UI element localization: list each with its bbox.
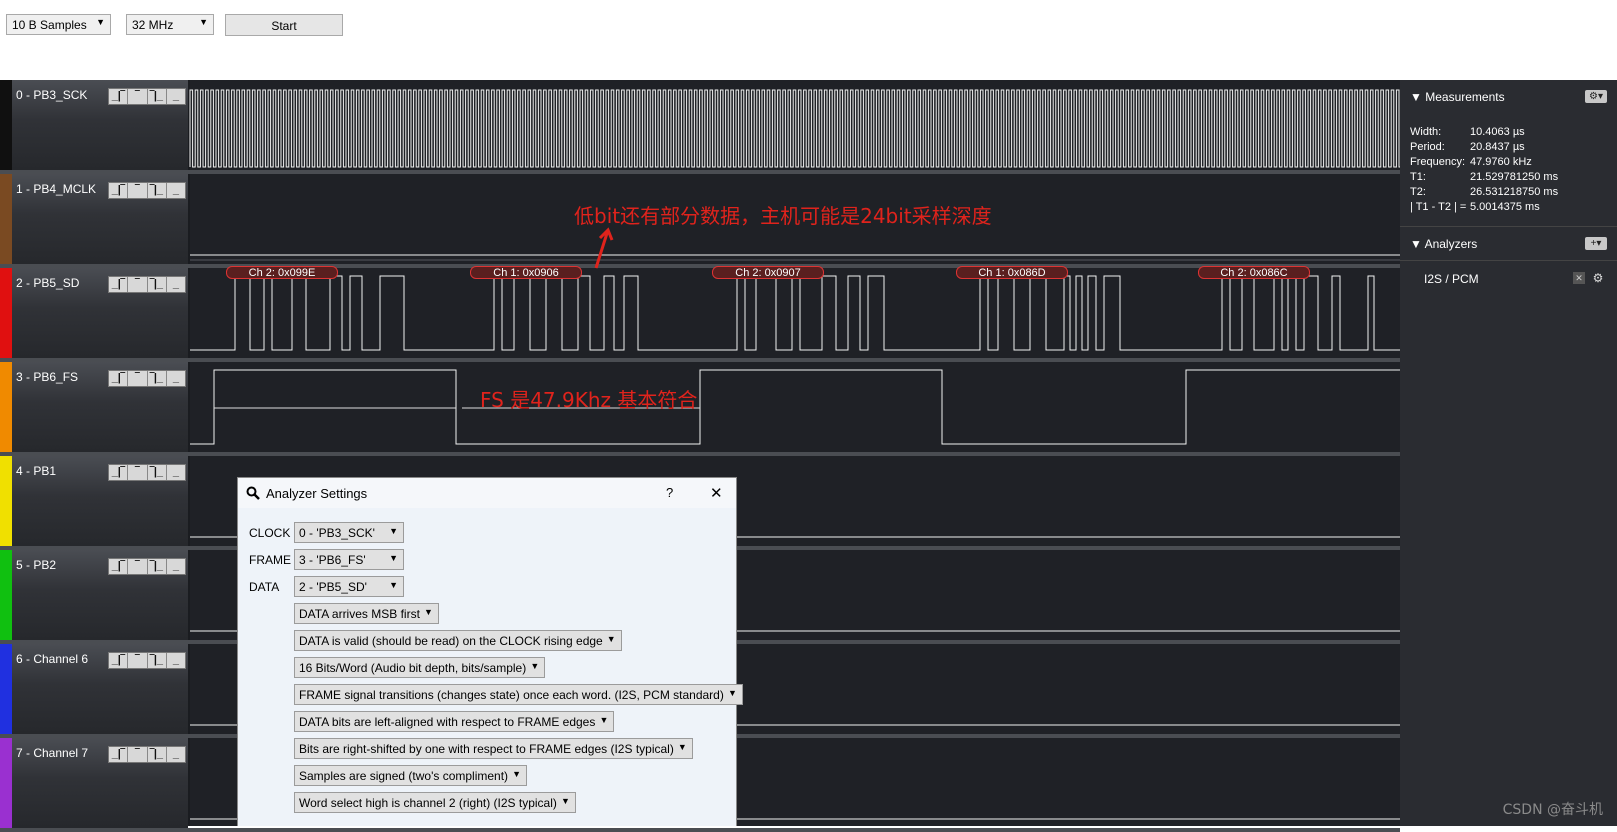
select-value: DATA arrives MSB first xyxy=(299,607,420,621)
measurement-key: Period: xyxy=(1410,141,1445,153)
select-value: FRAME signal transitions (changes state)… xyxy=(299,688,724,702)
field-label: FRAME xyxy=(249,553,291,567)
measurement-value: 47.9760 kHz xyxy=(1470,156,1532,168)
field-label: DATA xyxy=(249,580,280,594)
chevron-down-icon: ▼ xyxy=(389,580,398,590)
measurement-row: T2: 26.531218750 ms xyxy=(1410,185,1558,200)
search-icon xyxy=(246,486,260,500)
select-value: 2 - 'PB5_SD' xyxy=(299,580,367,594)
waveform-lane xyxy=(190,362,1400,452)
channel-select[interactable]: 0 - 'PB3_SCK' ▼ xyxy=(294,522,404,543)
measurement-key: T2: xyxy=(1410,186,1426,198)
measurement-value: 5.0014375 ms xyxy=(1470,201,1540,213)
chevron-down-icon: ▼ xyxy=(512,769,522,779)
setting-select[interactable]: Samples are signed (two's compliment) ▼ xyxy=(294,765,528,786)
chevron-down-icon: ▼ xyxy=(389,526,398,536)
start-button[interactable]: Start xyxy=(225,14,343,36)
side-panel: ▼ Measurements ⚙▾ Width: 10.4063 µs Period… xyxy=(1400,80,1617,826)
chevron-down-icon: ▼ xyxy=(727,688,737,698)
divider xyxy=(1400,260,1617,261)
measurement-key: T1: xyxy=(1410,171,1426,183)
setting-select[interactable]: Word select high is channel 2 (right) (I… xyxy=(294,792,576,813)
samples-select-value: 10 B Samples xyxy=(12,18,87,32)
setting-select[interactable]: DATA is valid (should be read) on the CL… xyxy=(294,630,622,651)
select-value: Samples are signed (two's compliment) xyxy=(299,769,509,783)
decode-bubble[interactable]: Ch 1: 0x086D xyxy=(956,266,1068,279)
gear-icon[interactable]: ⚙ xyxy=(1591,271,1605,285)
select-value: 16 Bits/Word (Audio bit depth, bits/samp… xyxy=(299,661,527,675)
waveform-lane xyxy=(190,268,1400,358)
analyzer-item[interactable]: I2S / PCM xyxy=(1424,272,1479,286)
setting-select[interactable]: DATA arrives MSB first ▼ xyxy=(294,603,439,624)
decode-bubble[interactable]: Ch 2: 0x0907 xyxy=(712,266,824,279)
channel-separator xyxy=(0,828,1400,832)
gear-icon[interactable]: ⚙▾ xyxy=(1585,90,1607,103)
chevron-down-icon: ▼ xyxy=(530,661,540,671)
divider xyxy=(1400,226,1617,227)
chevron-down-icon: ▼ xyxy=(606,634,616,644)
measurements-list: Width: 10.4063 µs Period: 20.8437 µs Frequen… xyxy=(1410,125,1558,215)
measurement-key: | T1 - T2 | = xyxy=(1410,201,1467,213)
chevron-down-icon: ▼ xyxy=(199,17,208,27)
fs-annotation: FS 是47.9Khz 基本符合 xyxy=(480,388,698,412)
measurement-value: 20.8437 µs xyxy=(1470,141,1525,153)
measurement-key: Frequency: xyxy=(1410,156,1466,168)
setting-select[interactable]: 16 Bits/Word (Audio bit depth, bits/samp… xyxy=(294,657,546,678)
measurement-key: Width: xyxy=(1410,126,1442,138)
field-label: CLOCK xyxy=(249,526,291,540)
select-value: DATA is valid (should be read) on the CL… xyxy=(299,634,603,648)
rate-select[interactable]: 32 MHz ▼ xyxy=(126,14,214,35)
decode-bubble[interactable]: Ch 1: 0x0906 xyxy=(470,266,582,279)
dialog-titlebar: Analyzer Settings ? ✕ xyxy=(238,478,736,508)
measurement-row: | T1 - T2 | = 5.0014375 ms xyxy=(1410,200,1558,215)
chevron-down-icon: ▼ xyxy=(423,607,433,617)
measurement-value: 21.529781250 ms xyxy=(1470,171,1559,183)
setting-select[interactable]: Bits are right-shifted by one with respe… xyxy=(294,738,693,759)
collapse-triangle-icon: ▼ xyxy=(1410,90,1422,104)
chevron-down-icon: ▼ xyxy=(560,796,570,806)
measurement-row: Width: 10.4063 µs xyxy=(1410,125,1558,140)
close-button[interactable]: ✕ xyxy=(710,484,723,502)
analyzer-settings-dialog: Analyzer Settings ? ✕ CLOCK 0 - 'PB3_SCK'… xyxy=(237,477,743,826)
add-analyzer-icon[interactable]: +▾ xyxy=(1585,237,1607,250)
analyzers-title: Analyzers xyxy=(1424,237,1478,251)
rate-select-value: 32 MHz xyxy=(132,18,174,32)
collapse-triangle-icon: ▼ xyxy=(1410,237,1422,251)
analyzers-header[interactable]: ▼ Analyzers xyxy=(1410,237,1477,251)
select-value: 3 - 'PB6_FS' xyxy=(299,553,366,567)
measurement-row: T1: 21.529781250 ms xyxy=(1410,170,1558,185)
channel-select[interactable]: 2 - 'PB5_SD' ▼ xyxy=(294,576,404,597)
measurement-value: 26.531218750 ms xyxy=(1470,186,1559,198)
setting-select[interactable]: DATA bits are left-aligned with respect … xyxy=(294,711,615,732)
toolbar: 10 B Samples ▼ 32 MHz ▼ Start xyxy=(0,0,1617,80)
chevron-down-icon: ▼ xyxy=(96,17,105,27)
measurements-header[interactable]: ▼ Measurements xyxy=(1410,90,1505,104)
help-button[interactable]: ? xyxy=(666,485,673,500)
select-value: Bits are right-shifted by one with respe… xyxy=(299,742,674,756)
measurements-title: Measurements xyxy=(1425,90,1505,104)
low-bit-annotation: 低bit还有部分数据，主机可能是24bit采样深度 xyxy=(574,204,992,228)
select-value: Word select high is channel 2 (right) (I… xyxy=(299,796,557,810)
watermark: CSDN @奋斗机 xyxy=(1502,802,1603,818)
chevron-down-icon: ▼ xyxy=(677,742,687,752)
dialog-body: CLOCK 0 - 'PB3_SCK' ▼ FRAME 3 - 'PB6_FS' ▼ DAT… xyxy=(238,508,743,826)
dialog-title: Analyzer Settings xyxy=(266,486,368,501)
chevron-down-icon: ▼ xyxy=(389,553,398,563)
chevron-down-icon: ▼ xyxy=(599,715,609,725)
close-icon[interactable]: ✕ xyxy=(1573,272,1585,284)
samples-select[interactable]: 10 B Samples ▼ xyxy=(6,14,111,35)
measurement-value: 10.4063 µs xyxy=(1470,126,1525,138)
setting-select[interactable]: FRAME signal transitions (changes state)… xyxy=(294,684,743,705)
measurement-row: Frequency: 47.9760 kHz xyxy=(1410,155,1558,170)
select-value: 0 - 'PB3_SCK' xyxy=(299,526,375,540)
measurement-row: Period: 20.8437 µs xyxy=(1410,140,1558,155)
channel-select[interactable]: 3 - 'PB6_FS' ▼ xyxy=(294,549,404,570)
decode-bubble[interactable]: Ch 2: 0x086C xyxy=(1198,266,1310,279)
select-value: DATA bits are left-aligned with respect … xyxy=(299,715,596,729)
decode-bubble[interactable]: Ch 2: 0x099E xyxy=(226,266,338,279)
